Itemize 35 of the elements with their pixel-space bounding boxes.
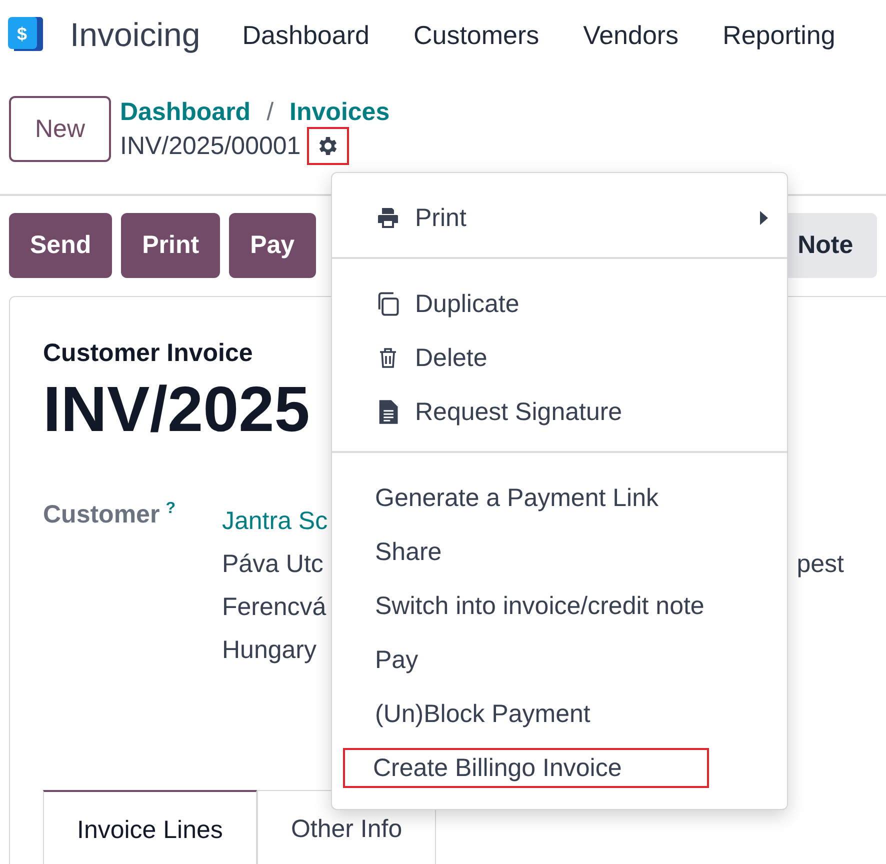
- menu-item[interactable]: Request Signature: [332, 385, 787, 439]
- gear-button[interactable]: [306, 127, 349, 165]
- menu-item[interactable]: (Un)Block Payment: [332, 687, 787, 741]
- menu-item[interactable]: Switch into invoice/credit note: [332, 579, 787, 633]
- menu-item[interactable]: Share: [332, 525, 787, 579]
- customer-link[interactable]: Jantra Sc: [222, 507, 328, 536]
- action-button[interactable]: Print: [121, 213, 220, 278]
- address-line: Páva Utc: [222, 550, 324, 579]
- help-tooltip-mark[interactable]: ?: [166, 500, 176, 517]
- menu-item[interactable]: Print: [332, 191, 787, 245]
- breadcrumb-link[interactable]: Invoices: [290, 98, 390, 126]
- printer-icon: [375, 206, 401, 230]
- address-city: pest: [796, 550, 844, 579]
- app-title[interactable]: Invoicing: [70, 16, 200, 54]
- new-button[interactable]: New: [9, 96, 111, 162]
- action-button[interactable]: Send: [9, 213, 112, 278]
- invoice-type-label: Customer Invoice: [43, 339, 253, 368]
- nav-menu-item[interactable]: Dashboard: [242, 20, 370, 50]
- nav-menu-item[interactable]: Reporting: [722, 20, 836, 50]
- record-name: INV/2025/00001: [120, 132, 301, 160]
- menu-item[interactable]: Duplicate: [332, 277, 787, 331]
- customer-label: Customer: [43, 500, 160, 528]
- menu-item[interactable]: Delete: [332, 331, 787, 385]
- breadcrumb-separator: /: [266, 98, 274, 126]
- nav-menu-item[interactable]: Vendors: [583, 20, 679, 50]
- nav-menu-item[interactable]: Customers: [413, 20, 540, 50]
- action-button[interactable]: Pay: [229, 213, 316, 278]
- invoice-number: INV/2025: [43, 372, 310, 447]
- address-line: Hungary: [222, 636, 316, 665]
- address-line: Ferencvá: [222, 593, 326, 622]
- breadcrumb-link[interactable]: Dashboard: [120, 98, 251, 126]
- menu-item[interactable]: Create Billingo Invoice: [343, 748, 709, 788]
- form-tab[interactable]: Invoice Lines: [43, 790, 257, 864]
- menu-item[interactable]: Generate a Payment Link: [332, 471, 787, 525]
- menu-item[interactable]: Pay: [332, 633, 787, 687]
